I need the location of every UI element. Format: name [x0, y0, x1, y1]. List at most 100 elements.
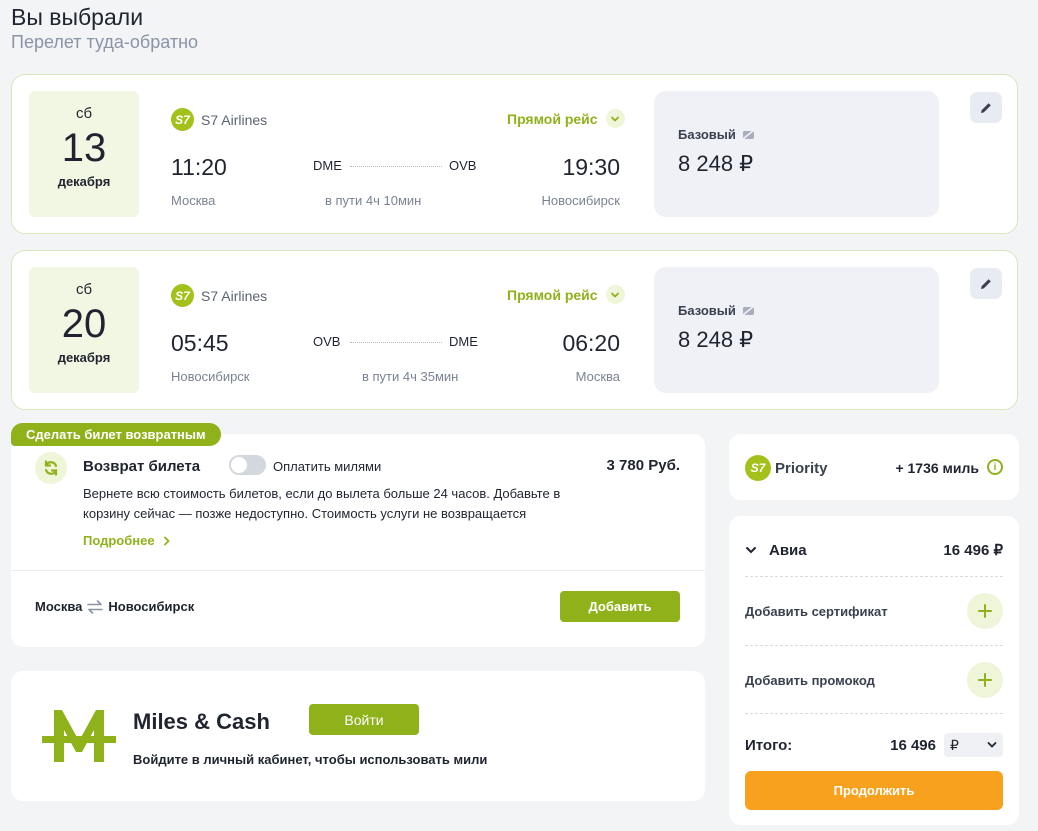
- airline: S7 S7 Airlines: [171, 284, 267, 307]
- avia-row[interactable]: Авиа 16 496 ₽: [745, 541, 1003, 559]
- toggle-knob: [231, 457, 247, 473]
- airline: S7 S7 Airlines: [171, 108, 267, 131]
- plus-icon: [978, 673, 992, 687]
- currency-value: ₽: [950, 736, 959, 753]
- arrival-code: OVB: [449, 158, 477, 173]
- plus-icon: [978, 604, 992, 618]
- pencil-icon: [981, 102, 991, 113]
- departure-time: 05:45: [171, 330, 229, 356]
- flight-duration: в пути 4ч 10мин: [325, 193, 422, 208]
- priority-logo: S7 Priority: [745, 455, 828, 481]
- refund-route: Москва Новосибирск: [35, 599, 194, 614]
- departure-city: Москва: [171, 193, 216, 208]
- priority-card: S7 Priority + 1736 миль i: [729, 434, 1019, 500]
- fare-price: 8 248 ₽: [678, 327, 754, 352]
- date-box: сб 13 декабря: [29, 91, 139, 217]
- divider: [745, 713, 1003, 714]
- avia-label: Авиа: [769, 541, 807, 559]
- date-weekday: сб: [75, 105, 93, 122]
- flight-card-return: сб 20 декабря S7 S7 Airlines Прямой рейс…: [11, 250, 1018, 410]
- refund-description: Вернете всю стоимость билетов, если до в…: [83, 486, 561, 521]
- chevron-down-icon: [605, 285, 625, 304]
- date-day: 20: [61, 302, 107, 346]
- date-weekday: сб: [75, 281, 93, 298]
- edit-flight-button[interactable]: [970, 268, 1002, 299]
- arrival-city: Москва: [575, 369, 620, 384]
- date-month: декабря: [57, 350, 111, 365]
- refresh-icon: [35, 452, 67, 484]
- add-refund-button[interactable]: Добавить: [560, 591, 680, 622]
- certificate-label: Добавить сертификат: [745, 603, 888, 619]
- page-title: Вы выбрали: [11, 4, 144, 30]
- s7-logo-icon: S7: [171, 108, 194, 131]
- arrival-code: DME: [449, 334, 478, 349]
- promo-row: Добавить промокод: [745, 662, 1003, 698]
- date-box: сб 20 декабря: [29, 267, 139, 393]
- miles-cash-subtitle: Войдите в личный кабинет, чтобы использо…: [133, 752, 488, 767]
- arrival-time: 06:20: [562, 330, 620, 356]
- miles-cash-card: Miles & Cash Войти Войдите в личный каби…: [11, 671, 705, 801]
- order-summary: Авиа 16 496 ₽ Добавить сертификат Добави…: [729, 516, 1019, 825]
- fare-price: 8 248 ₽: [678, 151, 754, 176]
- route-to: Новосибирск: [108, 599, 195, 614]
- edit-flight-button[interactable]: [970, 92, 1002, 123]
- route-line: [350, 166, 442, 167]
- continue-button[interactable]: Продолжить: [745, 771, 1003, 810]
- page-subtitle: Перелет туда-обратно: [11, 32, 199, 52]
- total-sum: 16 496: [890, 736, 936, 754]
- refund-tag: Сделать билет возвратным: [11, 423, 221, 446]
- refund-price: 3 780 Руб.: [606, 457, 680, 474]
- no-baggage-icon: [742, 129, 755, 140]
- chevron-right-icon: [163, 536, 170, 545]
- miles-cash-title: Miles & Cash: [133, 709, 270, 734]
- fare-name-label: Базовый: [678, 303, 736, 318]
- departure-code: DME: [313, 158, 342, 173]
- more-details-label: Подробнее: [83, 533, 155, 548]
- airline-name: S7 Airlines: [201, 111, 268, 128]
- chevron-down-icon: [746, 547, 756, 554]
- fare-name-label: Базовый: [678, 127, 736, 142]
- departure-code: OVB: [313, 334, 341, 349]
- avia-sum: 16 496 ₽: [943, 542, 1003, 559]
- s7-logo-icon: S7: [171, 284, 194, 307]
- certificate-row: Добавить сертификат: [745, 593, 1003, 629]
- divider: [11, 570, 705, 571]
- priority-miles: + 1736 миль: [895, 460, 979, 476]
- s7-logo-icon: S7: [745, 455, 771, 481]
- promo-label: Добавить промокод: [745, 672, 875, 688]
- direct-flight-label: Прямой рейс: [507, 286, 598, 303]
- fare-name: Базовый: [678, 303, 755, 318]
- refund-card: Сделать билет возвратным Возврат билета …: [11, 423, 705, 647]
- route-from: Москва: [35, 599, 83, 614]
- direct-flight-toggle[interactable]: Прямой рейс: [507, 285, 625, 304]
- date-day: 13: [61, 126, 107, 170]
- add-certificate-button[interactable]: [967, 593, 1003, 629]
- fare-box[interactable]: Базовый 8 248 ₽: [654, 267, 939, 393]
- no-baggage-icon: [742, 305, 755, 316]
- direct-flight-label: Прямой рейс: [507, 110, 598, 127]
- pay-with-miles-toggle[interactable]: [229, 455, 266, 475]
- swap-arrows-icon: [87, 599, 104, 614]
- arrival-time: 19:30: [562, 154, 620, 180]
- refund-title: Возврат билета: [83, 458, 201, 475]
- chevron-down-icon: [605, 109, 625, 128]
- more-details-link[interactable]: Подробнее: [83, 533, 171, 548]
- flight-duration: в пути 4ч 35мин: [362, 369, 459, 384]
- priority-name: Priority: [775, 459, 828, 477]
- currency-select[interactable]: ₽: [944, 733, 1003, 757]
- fare-name: Базовый: [678, 127, 755, 142]
- route-line: [350, 342, 442, 343]
- date-month: декабря: [57, 174, 111, 189]
- info-icon[interactable]: i: [987, 459, 1003, 475]
- chevron-down-icon: [987, 742, 997, 748]
- airline-name: S7 Airlines: [201, 287, 268, 304]
- departure-time: 11:20: [171, 154, 227, 180]
- direct-flight-toggle[interactable]: Прямой рейс: [507, 109, 625, 128]
- divider: [745, 576, 1003, 577]
- login-button[interactable]: Войти: [309, 704, 419, 735]
- add-promo-button[interactable]: [967, 662, 1003, 698]
- pencil-icon: [981, 278, 991, 289]
- fare-box[interactable]: Базовый 8 248 ₽: [654, 91, 939, 217]
- total-label: Итого:: [745, 736, 793, 754]
- arrival-city: Новосибирск: [541, 193, 621, 208]
